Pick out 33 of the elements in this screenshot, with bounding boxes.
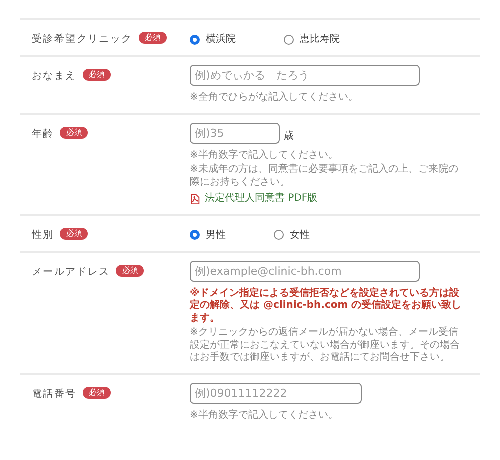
field-label: おなまえ bbox=[32, 70, 77, 84]
help-text: ※全角でひらがな記入してください。 bbox=[190, 92, 360, 104]
required-badge: 必須 bbox=[82, 386, 111, 398]
radio-button[interactable] bbox=[274, 230, 284, 240]
help-text: ※半角数字で記入してください。 bbox=[190, 410, 340, 422]
required-badge: 必須 bbox=[116, 264, 144, 276]
radio-button[interactable] bbox=[190, 34, 200, 44]
field-label: メールアドレス bbox=[32, 266, 110, 280]
radio-button[interactable] bbox=[284, 34, 294, 44]
field-label: 電話番号 bbox=[32, 388, 77, 402]
field-label: 年齢 bbox=[32, 128, 54, 142]
field-label: 性別 bbox=[32, 228, 54, 242]
required-badge: 必須 bbox=[60, 126, 88, 138]
unit-label: 歳 bbox=[284, 130, 294, 144]
option-label: 恵比寿院 bbox=[300, 32, 340, 47]
option-label: 横浜院 bbox=[206, 32, 236, 47]
help-text: ※クリニックからの返信メールが届かない場合、メール受信設定が正常におこなえていない場合が御座います。その場合はお手数では御座いますが、お電話にてお問合せ下さい。 bbox=[190, 327, 461, 364]
pdf-icon bbox=[190, 194, 201, 205]
help-text: ※半角数字で記入してください。 bbox=[190, 150, 340, 162]
required-badge: 必須 bbox=[60, 228, 88, 240]
input-field[interactable]: 例)めでぃかる たろう bbox=[190, 65, 420, 86]
required-badge: 必須 bbox=[82, 69, 111, 81]
option-label: 男性 bbox=[206, 228, 226, 242]
input-field[interactable]: 例)example@clinic-bh.com bbox=[190, 260, 420, 282]
field-label: 受診希望クリニック bbox=[32, 32, 133, 47]
warning-text: ※ドメイン指定による受信拒否などを設定されている方は設定の解除、又は @clinic-bh.com の受信設定をお願い致します。 bbox=[190, 288, 463, 325]
option-label: 女性 bbox=[290, 228, 310, 242]
radio-button[interactable] bbox=[190, 230, 200, 240]
input-field[interactable]: 例)09011112222 bbox=[190, 382, 362, 404]
required-badge: 必須 bbox=[138, 32, 167, 44]
input-field[interactable]: 例)35 bbox=[190, 122, 280, 144]
pdf-link[interactable]: 法定代理人同意書 PDF版 bbox=[205, 193, 318, 206]
help-text: ※未成年の方は、同意書に必要事項をご記入の上、ご来院の際にお持ちください。 bbox=[190, 164, 460, 189]
